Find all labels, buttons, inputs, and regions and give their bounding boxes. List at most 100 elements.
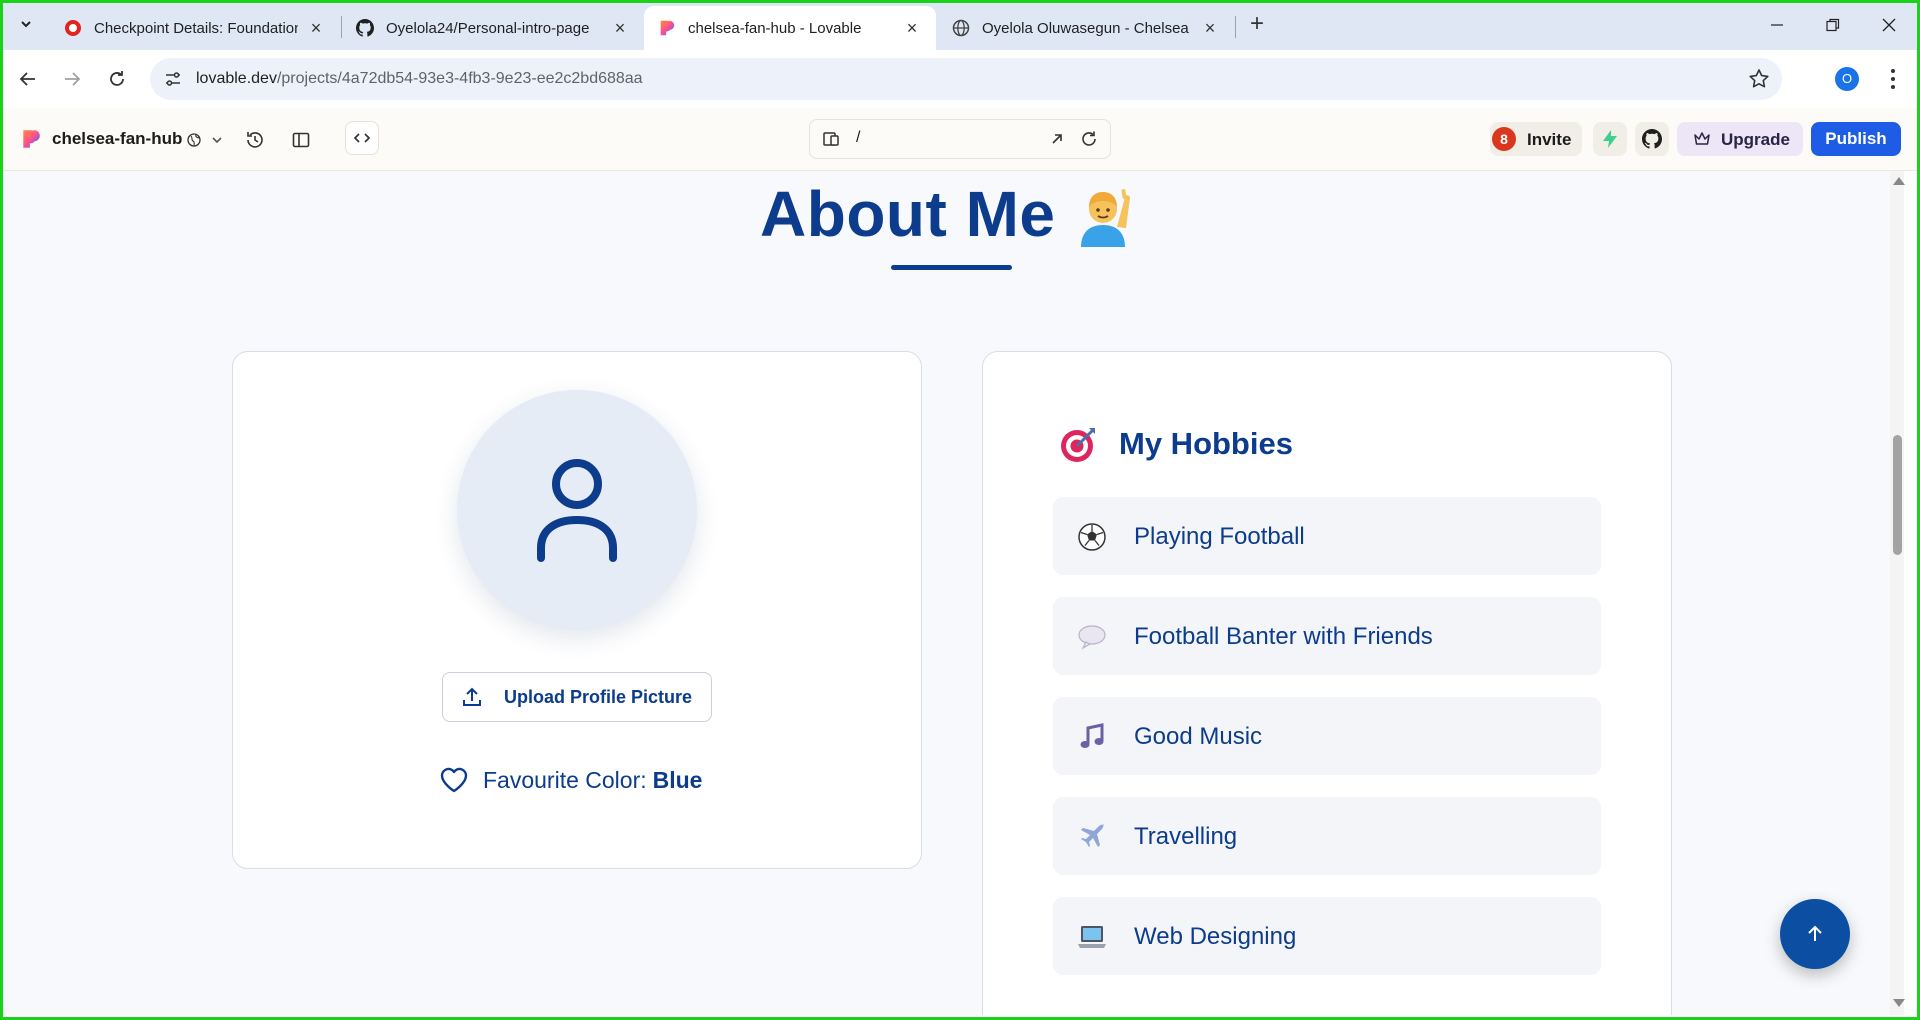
profile-avatar-placeholder[interactable]	[457, 390, 697, 630]
hobby-item: Playing Football	[1053, 497, 1601, 575]
hobby-item: Travelling	[1053, 797, 1601, 875]
url-path: /projects/4a72db54-93e3-4fb3-9e23-ee2c2b…	[276, 70, 643, 87]
arrow-right-icon	[65, 72, 81, 86]
laptop-icon	[1078, 926, 1106, 948]
tab-title: Checkpoint Details: Foundation	[94, 19, 298, 37]
close-window-button[interactable]	[1874, 10, 1904, 40]
lovable-header: chelsea-fan-hub / 8 Invite Upgrade Publi…	[0, 108, 1920, 171]
restore-button[interactable]	[1818, 10, 1848, 40]
airplane-icon	[1081, 824, 1104, 847]
more-vert-icon[interactable]	[1884, 66, 1902, 92]
preview-scrollbar[interactable]	[1890, 171, 1905, 1015]
favourite-color: Favourite Color: Blue	[439, 762, 702, 798]
publish-button[interactable]: Publish	[1811, 122, 1901, 156]
hobby-label: Travelling	[1134, 823, 1238, 850]
route-text: /	[856, 129, 861, 146]
tab-strip: Checkpoint Details: Foundation × Oyelola…	[0, 0, 1920, 50]
bookmark-star-icon[interactable]	[1748, 68, 1770, 90]
tab-title: Oyelola Oluwasegun - Chelsea F	[982, 19, 1192, 37]
reload-button[interactable]	[102, 64, 132, 94]
soccer-ball-icon	[1078, 523, 1106, 551]
supabase-button[interactable]	[1593, 122, 1627, 156]
crown-icon	[1694, 132, 1710, 145]
open-external-icon[interactable]	[1048, 130, 1066, 148]
public-globe-icon	[187, 133, 201, 147]
scrollbar-thumb[interactable]	[1893, 435, 1902, 555]
url-text: lovable.dev/projects/4a72db54-93e3-4fb3-…	[196, 70, 643, 88]
minimize-button[interactable]	[1762, 10, 1792, 40]
profile-avatar[interactable]: O	[1835, 67, 1859, 91]
globe-icon	[952, 19, 970, 37]
bullseye-emoji-icon	[1061, 428, 1095, 462]
minimize-icon	[1771, 24, 1783, 26]
code-view-button[interactable]	[345, 121, 379, 155]
upload-icon	[463, 687, 481, 706]
scroll-to-top-button[interactable]	[1780, 899, 1850, 969]
browser-toolbar: lovable.dev/projects/4a72db54-93e3-4fb3-…	[0, 50, 1920, 108]
close-tab-icon[interactable]: ×	[902, 18, 922, 38]
site-info-icon[interactable]	[160, 66, 186, 92]
reload-icon	[110, 71, 124, 86]
arrow-left-icon	[19, 72, 35, 86]
upload-profile-picture-button[interactable]: Upload Profile Picture	[442, 672, 712, 722]
lovable-heart-icon	[658, 19, 676, 37]
scroll-down-arrow-icon[interactable]	[1893, 999, 1905, 1007]
sidebar-icon	[292, 132, 310, 148]
url-host: lovable.dev	[196, 70, 277, 87]
invite-label: Invite	[1527, 130, 1572, 149]
toggle-sidebar-button[interactable]	[286, 125, 316, 155]
history-button[interactable]	[240, 125, 270, 155]
favourite-color-label: Favourite Color:	[483, 766, 647, 793]
tab-search-button[interactable]	[11, 8, 41, 40]
upgrade-label: Upgrade	[1721, 130, 1790, 149]
back-button[interactable]	[13, 64, 43, 94]
refresh-icon[interactable]	[1080, 130, 1098, 148]
close-icon	[1882, 18, 1896, 32]
github-icon	[1642, 129, 1662, 149]
supabase-bolt-icon	[1603, 130, 1617, 148]
hobbies-card: My Hobbies Playing Football Football Ban…	[982, 351, 1672, 1015]
invite-button[interactable]: 8 Invite	[1490, 122, 1582, 156]
heart-icon	[440, 767, 468, 793]
scroll-up-arrow-icon[interactable]	[1893, 177, 1905, 185]
page-title: About Me	[760, 178, 1056, 250]
chevron-down-icon[interactable]	[210, 133, 224, 147]
browser-tab[interactable]: Oyelola Oluwasegun - Chelsea F ×	[938, 6, 1234, 50]
forward-button[interactable]	[57, 64, 87, 94]
hobby-label: Good Music	[1134, 723, 1263, 750]
tab-title: Oyelola24/Personal-intro-page	[386, 19, 590, 37]
address-bar[interactable]: lovable.dev/projects/4a72db54-93e3-4fb3-…	[150, 58, 1782, 100]
device-icon[interactable]	[822, 130, 840, 148]
chevron-down-icon	[21, 21, 31, 28]
github-button[interactable]	[1635, 122, 1669, 156]
browser-tab-active[interactable]: chelsea-fan-hub - Lovable ×	[644, 6, 936, 50]
app-preview: About Me Upload Profile Picture Favourit…	[0, 171, 1904, 1015]
hobby-label: Web Designing	[1134, 923, 1297, 950]
history-icon	[247, 132, 263, 148]
browser-tab[interactable]: Oyelola24/Personal-intro-page ×	[342, 6, 644, 50]
red-o-icon	[64, 19, 82, 37]
lovable-logo-icon[interactable]	[20, 128, 42, 150]
close-tab-icon[interactable]: ×	[610, 18, 630, 38]
restore-icon	[1826, 18, 1840, 32]
speech-bubble-icon	[1078, 625, 1106, 650]
project-name[interactable]: chelsea-fan-hub	[52, 129, 182, 149]
hobby-item: Web Designing	[1053, 897, 1601, 975]
code-icon	[353, 133, 371, 143]
user-icon	[537, 459, 617, 562]
preview-route-bar[interactable]: /	[809, 119, 1111, 159]
close-tab-icon[interactable]: ×	[306, 18, 326, 38]
favourite-color-value: Blue	[652, 766, 703, 793]
browser-tab[interactable]: Checkpoint Details: Foundation ×	[50, 6, 340, 50]
hobby-item: Football Banter with Friends	[1053, 597, 1601, 675]
hobby-label: Football Banter with Friends	[1134, 623, 1433, 650]
tab-separator	[1235, 16, 1236, 38]
profile-card: Upload Profile Picture Favourite Color: …	[232, 351, 922, 869]
close-tab-icon[interactable]: ×	[1200, 18, 1220, 38]
tab-title: chelsea-fan-hub - Lovable	[688, 19, 862, 37]
github-icon	[356, 19, 374, 37]
hobby-item: Good Music	[1053, 697, 1601, 775]
new-tab-button[interactable]: +	[1244, 12, 1270, 38]
upgrade-button[interactable]: Upgrade	[1677, 122, 1803, 156]
title-underline	[891, 265, 1012, 270]
